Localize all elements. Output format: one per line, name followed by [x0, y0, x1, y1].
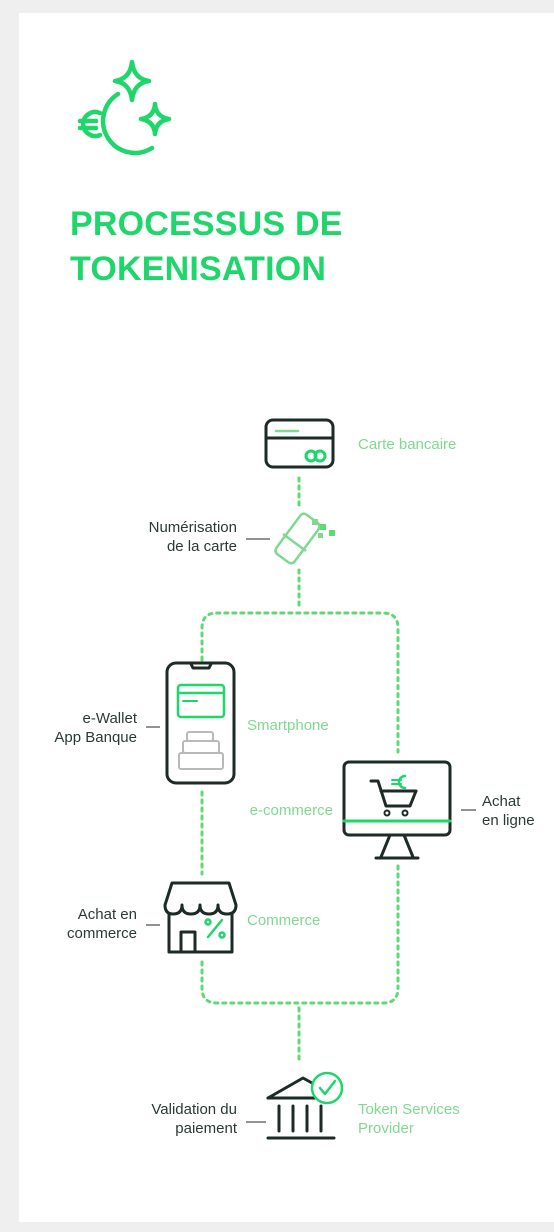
label-achat-en-commerce-line1: Achat en — [77, 906, 137, 923]
smartphone-icon — [165, 661, 236, 785]
flow-connectors — [200, 476, 400, 1066]
label-ewallet: e-Wallet App Banque — [54, 709, 137, 747]
label-smartphone: Smartphone — [247, 717, 329, 734]
label-validation: Validation du paiement — [151, 1100, 237, 1138]
label-achat-en-ligne-line2: en ligne — [482, 812, 535, 829]
label-validation-line2: paiement — [175, 1120, 237, 1137]
label-token-services-provider: Token Services Provider — [358, 1100, 460, 1138]
label-commerce: Commerce — [247, 912, 321, 929]
label-tsp-line1: Token Services — [358, 1101, 460, 1118]
label-carte-bancaire: Carte bancaire — [358, 436, 457, 453]
label-ticks — [146, 538, 476, 1123]
shop-icon — [163, 881, 238, 954]
label-ecommerce: e-commerce — [249, 802, 333, 819]
label-validation-line1: Validation du — [151, 1101, 237, 1118]
tokenization-diagram — [77, 59, 476, 1140]
label-achat-en-commerce-line2: commerce — [66, 925, 137, 942]
label-achat-en-commerce: Achat en commerce — [67, 905, 137, 943]
label-ewallet-line1: e-Wallet — [82, 710, 137, 727]
label-tsp-line2: Provider — [358, 1120, 414, 1137]
label-numerisation-line1: Numérisation — [148, 519, 237, 536]
bank-check-icon — [266, 1071, 344, 1140]
label-numerisation: Numérisation de la carte — [149, 518, 237, 556]
label-achat-en-ligne-line1: Achat — [482, 793, 521, 810]
label-numerisation-line2: de la carte — [166, 538, 237, 555]
label-ewallet-line2: App Banque — [54, 729, 137, 746]
label-achat-en-ligne: Achat en ligne — [482, 792, 535, 830]
card-digitization-icon — [274, 512, 335, 565]
computer-cart-icon — [342, 760, 452, 860]
euro-sparkle-icon — [77, 59, 172, 156]
credit-card-icon — [264, 418, 335, 469]
